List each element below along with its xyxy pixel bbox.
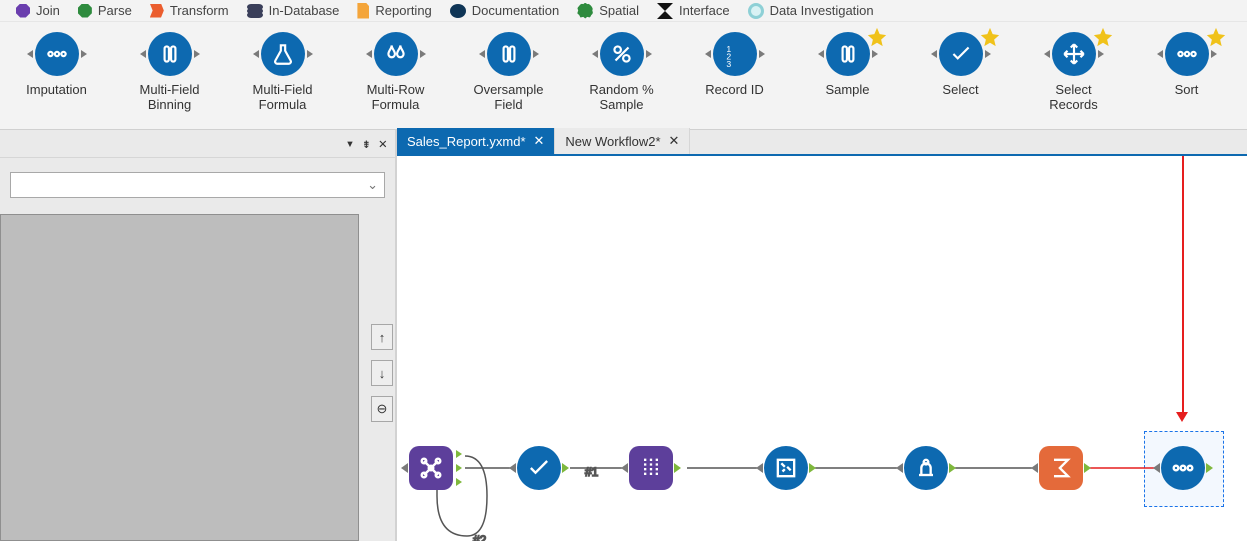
tool-icon — [1165, 32, 1209, 76]
favorite-star-icon — [979, 26, 1001, 48]
tool-icon — [35, 32, 79, 76]
speech-bubble-icon — [450, 4, 466, 18]
gear-icon — [577, 3, 593, 19]
canvas-node-sort[interactable] — [1159, 444, 1207, 492]
palette-tool-random-sample[interactable]: Random %Sample — [565, 26, 678, 127]
category-in-database[interactable]: In-Database — [247, 3, 340, 18]
page-icon — [357, 3, 369, 19]
tool-icon — [600, 32, 644, 76]
palette-tool-select[interactable]: Select — [904, 26, 1017, 127]
palette-tool-imputation[interactable]: Imputation — [0, 26, 113, 127]
category-transform[interactable]: Transform — [150, 3, 229, 18]
config-body — [0, 214, 359, 541]
workflow-area: Sales_Report.yxmd* ✕ New Workflow2* ✕ — [397, 130, 1247, 541]
pane-menu-caret-icon[interactable]: ▾ — [344, 136, 356, 152]
tool-label: SelectRecords — [1049, 82, 1097, 112]
tool-icon — [826, 32, 870, 76]
svg-text:#1: #1 — [585, 465, 599, 479]
move-up-button[interactable]: ↑ — [371, 324, 393, 350]
favorite-star-icon — [1205, 26, 1227, 48]
category-label: Transform — [170, 3, 229, 18]
config-pane: ▾ ⇟ ✕ ⌄ ↑ ↓ ⊖ — [0, 130, 397, 541]
category-data-investigation[interactable]: Data Investigation — [748, 3, 874, 19]
tool-label: OversampleField — [473, 82, 543, 112]
palette-tool-oversample-field[interactable]: OversampleField — [452, 26, 565, 127]
workflow-canvas[interactable]: #1 #2 — [397, 156, 1247, 541]
parse-icon — [78, 4, 92, 18]
pin-icon[interactable]: ⇟ — [360, 136, 372, 152]
tab-label: New Workflow2* — [565, 134, 660, 149]
canvas-node-formula[interactable] — [627, 444, 675, 492]
tool-label: Multi-FieldFormula — [253, 82, 313, 112]
category-join[interactable]: Join — [16, 3, 60, 18]
svg-text:#2: #2 — [473, 533, 487, 541]
tab-new-workflow[interactable]: New Workflow2* ✕ — [555, 128, 690, 154]
pane-header: ▾ ⇟ ✕ — [0, 130, 395, 158]
main-area: ▾ ⇟ ✕ ⌄ ↑ ↓ ⊖ Sales_Report.yxmd* ✕ New W… — [0, 130, 1247, 541]
tool-label: Sample — [825, 82, 869, 97]
chevron-down-icon: ⌄ — [367, 177, 378, 193]
palette-tool-sample[interactable]: Sample — [791, 26, 904, 127]
tool-icon — [374, 32, 418, 76]
category-label: Reporting — [375, 3, 431, 18]
category-label: Interface — [679, 3, 730, 18]
close-icon[interactable]: ✕ — [377, 136, 389, 152]
palette-tool-multi-field-binning[interactable]: Multi-FieldBinning — [113, 26, 226, 127]
tool-category-strip: Join Parse Transform In-Database Reporti… — [0, 0, 1247, 22]
tool-icon — [261, 32, 305, 76]
palette-tool-multi-row-formula[interactable]: Multi-RowFormula — [339, 26, 452, 127]
category-label: Spatial — [599, 3, 639, 18]
category-label: Data Investigation — [770, 3, 874, 18]
canvas-node-summarize[interactable] — [1037, 444, 1085, 492]
reorder-gutter: ↑ ↓ ⊖ — [369, 204, 395, 541]
category-documentation[interactable]: Documentation — [450, 3, 559, 18]
palette-tool-select-records[interactable]: SelectRecords — [1017, 26, 1130, 127]
favorite-star-icon — [866, 26, 888, 48]
join-icon — [16, 4, 30, 18]
category-label: Documentation — [472, 3, 559, 18]
palette-tool-record-id[interactable]: 123 Record ID — [678, 26, 791, 127]
interface-icon — [657, 3, 673, 19]
category-reporting[interactable]: Reporting — [357, 3, 431, 19]
tool-icon: 123 — [713, 32, 757, 76]
database-icon — [247, 4, 263, 18]
canvas-node-data-cleanse[interactable] — [762, 444, 810, 492]
palette-tool-multi-field-formula[interactable]: Multi-FieldFormula — [226, 26, 339, 127]
category-parse[interactable]: Parse — [78, 3, 132, 18]
transform-icon — [150, 4, 164, 18]
canvas-node-select[interactable] — [515, 444, 563, 492]
close-icon[interactable]: ✕ — [534, 133, 545, 149]
tool-label: Select — [942, 82, 978, 97]
tool-label: Imputation — [26, 82, 87, 97]
tab-row: Sales_Report.yxmd* ✕ New Workflow2* ✕ — [397, 130, 1247, 156]
magnifier-icon — [748, 3, 764, 19]
tool-label: Sort — [1175, 82, 1199, 97]
tab-label: Sales_Report.yxmd* — [407, 134, 526, 149]
favorite-star-icon — [1092, 26, 1114, 48]
tool-label: Multi-FieldBinning — [140, 82, 200, 112]
canvas-node-formula-2[interactable] — [902, 444, 950, 492]
tool-label: Multi-RowFormula — [367, 82, 425, 112]
tab-sales-report[interactable]: Sales_Report.yxmd* ✕ — [397, 128, 555, 154]
tool-icon — [939, 32, 983, 76]
tool-palette: Imputation Multi-FieldBinning Multi-FieldF… — [0, 22, 1247, 130]
category-label: Parse — [98, 3, 132, 18]
category-spatial[interactable]: Spatial — [577, 3, 639, 19]
tool-label: Record ID — [705, 82, 764, 97]
tool-label: Random %Sample — [589, 82, 653, 112]
remove-button[interactable]: ⊖ — [371, 396, 393, 422]
tool-icon — [487, 32, 531, 76]
palette-tool-sort[interactable]: Sort — [1130, 26, 1243, 127]
tool-icon — [148, 32, 192, 76]
move-down-button[interactable]: ↓ — [371, 360, 393, 386]
svg-text:3: 3 — [726, 59, 731, 67]
category-label: Join — [36, 3, 60, 18]
category-interface[interactable]: Interface — [657, 3, 730, 19]
category-label: In-Database — [269, 3, 340, 18]
tool-icon — [1052, 32, 1096, 76]
canvas-node-join[interactable] — [407, 444, 455, 492]
config-dropdown[interactable]: ⌄ — [10, 172, 385, 198]
close-icon[interactable]: ✕ — [669, 133, 680, 149]
